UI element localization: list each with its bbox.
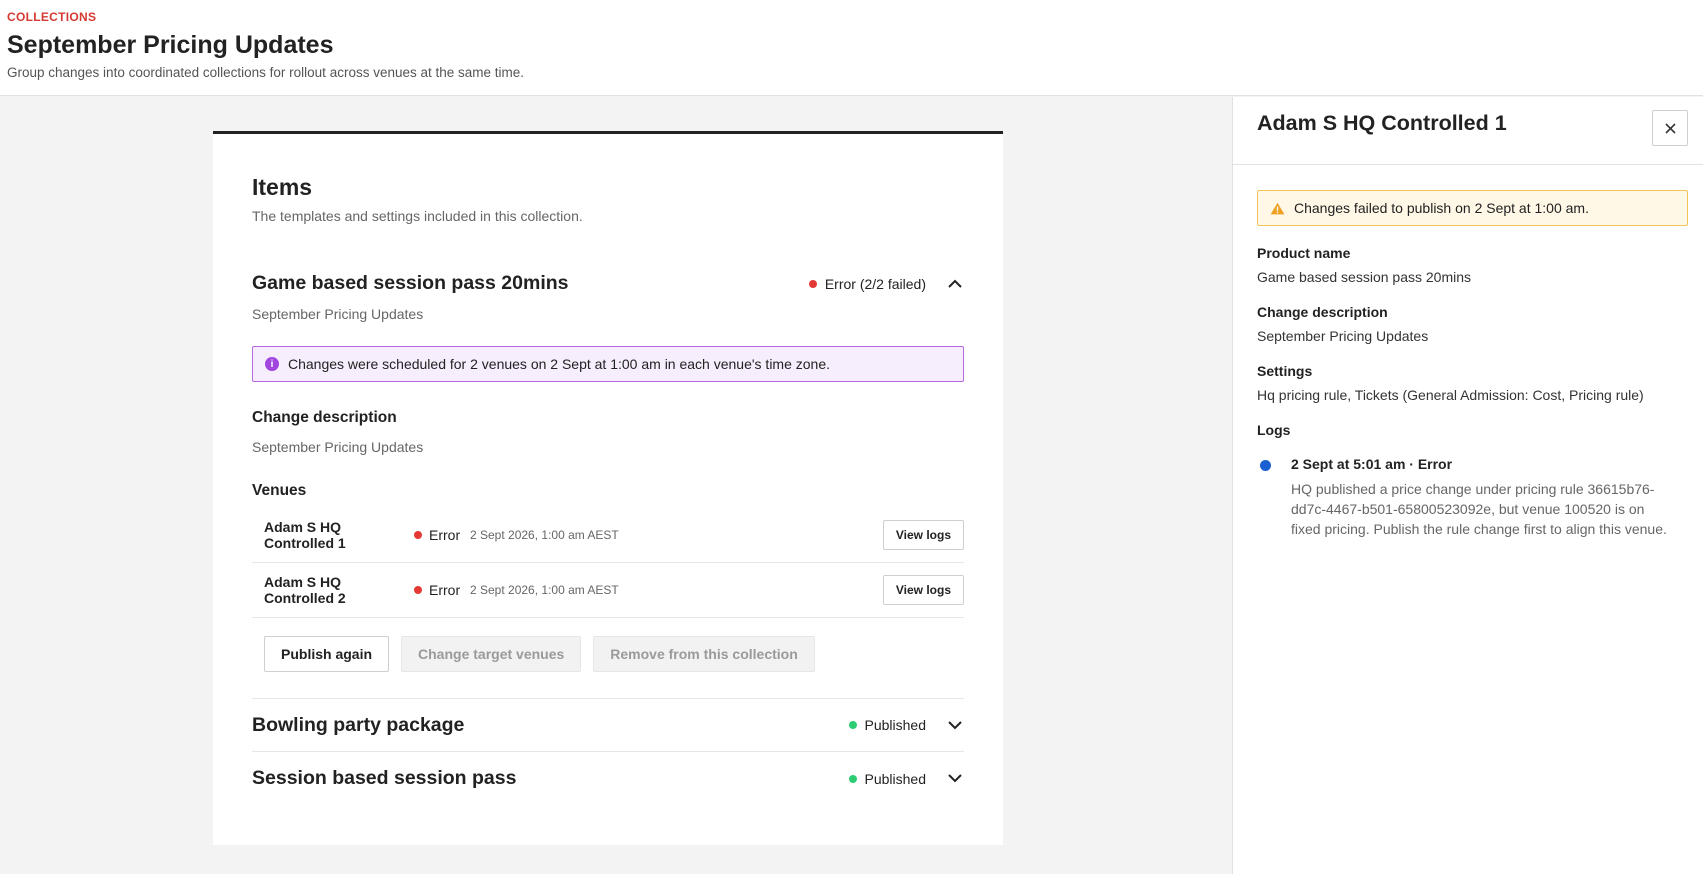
main-content: Items The templates and settings include… [0,97,1232,874]
settings-label: Settings [1257,363,1313,379]
item-title: Bowling party package [252,713,465,736]
item-header[interactable]: Game based session pass 20mins Error (2/… [252,272,964,295]
venue-status-label: Error [429,527,461,543]
item-subtitle: September Pricing Updates [252,306,424,322]
log-message: HQ published a price change under pricin… [1291,481,1667,537]
items-heading: Items [252,174,313,200]
chevron-down-icon[interactable] [946,716,964,734]
items-subtitle: The templates and settings included in t… [252,208,583,224]
venue-row: Adam S HQ Controlled 2 Error 2 Sept 2026… [252,563,964,618]
info-icon: i [265,357,279,371]
item-title: Session based session pass [252,767,517,789]
chevron-up-icon[interactable] [946,275,964,293]
change-description-label: Change description [252,409,397,426]
item-status-label: Error (2/2 failed) [824,275,926,292]
change-description-value: September Pricing Updates [1257,328,1429,344]
change-description-label: Change description [1257,304,1388,320]
item-status: Published [848,716,965,734]
log-content: 2 Sept at 5:01 am · Error HQ published a… [1291,456,1671,539]
publish-again-button[interactable]: Publish again [264,636,390,672]
info-message: Changes were scheduled for 2 venues on 2… [288,356,831,372]
page-title: September Pricing Updates [7,31,334,59]
remove-from-collection-button[interactable]: Remove from this collection [593,636,815,672]
log-title: 2 Sept at 5:01 am · Error [1291,456,1453,472]
change-target-venues-button[interactable]: Change target venues [401,636,582,672]
venue-name: Adam S HQ Controlled 1 [264,519,346,551]
venue-date: 2 Sept 2026, 1:00 am AEST [470,583,619,597]
publish-failed-banner: Changes failed to publish on 2 Sept at 1… [1257,190,1688,226]
schedule-info-banner: i Changes were scheduled for 2 venues on… [252,346,964,382]
page-header: COLLECTIONS September Pricing Updates Gr… [0,0,1703,96]
breadcrumb[interactable]: COLLECTIONS [7,10,1696,24]
published-dot-icon [848,774,857,783]
item-actions: Publish again Change target venues Remov… [252,618,964,699]
error-dot-icon [414,531,422,539]
logs-label: Logs [1257,422,1291,438]
venues-label: Venues [252,482,307,499]
venue-name: Adam S HQ Controlled 2 [264,574,346,606]
item-status: Error (2/2 failed) [808,275,964,293]
view-logs-button[interactable]: View logs [882,575,964,605]
item-status: Published [848,770,965,788]
view-logs-button[interactable]: View logs [882,520,964,550]
item-status-label: Published [864,717,927,733]
panel-title: Adam S HQ Controlled 1 [1257,111,1507,135]
item-status-label: Published [864,770,927,787]
collapsed-item[interactable]: Bowling party package Published [252,699,964,752]
venue-status: Error [414,582,470,598]
venue-status: Error [414,527,470,543]
venue-status-label: Error [429,582,461,598]
log-entry: 2 Sept at 5:01 am · Error HQ published a… [1257,456,1688,539]
close-panel-button[interactable] [1652,110,1688,146]
log-dot-icon [1260,460,1271,471]
error-dot-icon [414,586,422,594]
venue-row: Adam S HQ Controlled 1 Error 2 Sept 2026… [252,508,964,563]
close-icon [1664,122,1676,134]
item-title: Game based session pass 20mins [252,272,569,294]
product-name-value: Game based session pass 20mins [1257,269,1471,285]
published-dot-icon [848,721,857,729]
page-subtitle: Group changes into coordinated collectio… [7,65,525,80]
panel-body: Changes failed to publish on 2 Sept at 1… [1233,165,1703,539]
venue-detail-panel: Adam S HQ Controlled 1 Changes failed to… [1232,97,1703,874]
venue-date: 2 Sept 2026, 1:00 am AEST [470,528,619,542]
product-name-label: Product name [1257,245,1351,261]
panel-header: Adam S HQ Controlled 1 [1233,97,1703,165]
items-card: Items The templates and settings include… [213,131,1003,845]
warning-message: Changes failed to publish on 2 Sept at 1… [1294,200,1589,216]
warning-icon [1270,202,1285,214]
chevron-down-icon[interactable] [946,770,964,788]
settings-value: Hq pricing rule, Tickets (General Admiss… [1257,387,1644,403]
error-dot-icon [808,279,817,288]
change-description-value: September Pricing Updates [252,439,424,455]
collapsed-item[interactable]: Session based session pass Published [252,752,964,805]
